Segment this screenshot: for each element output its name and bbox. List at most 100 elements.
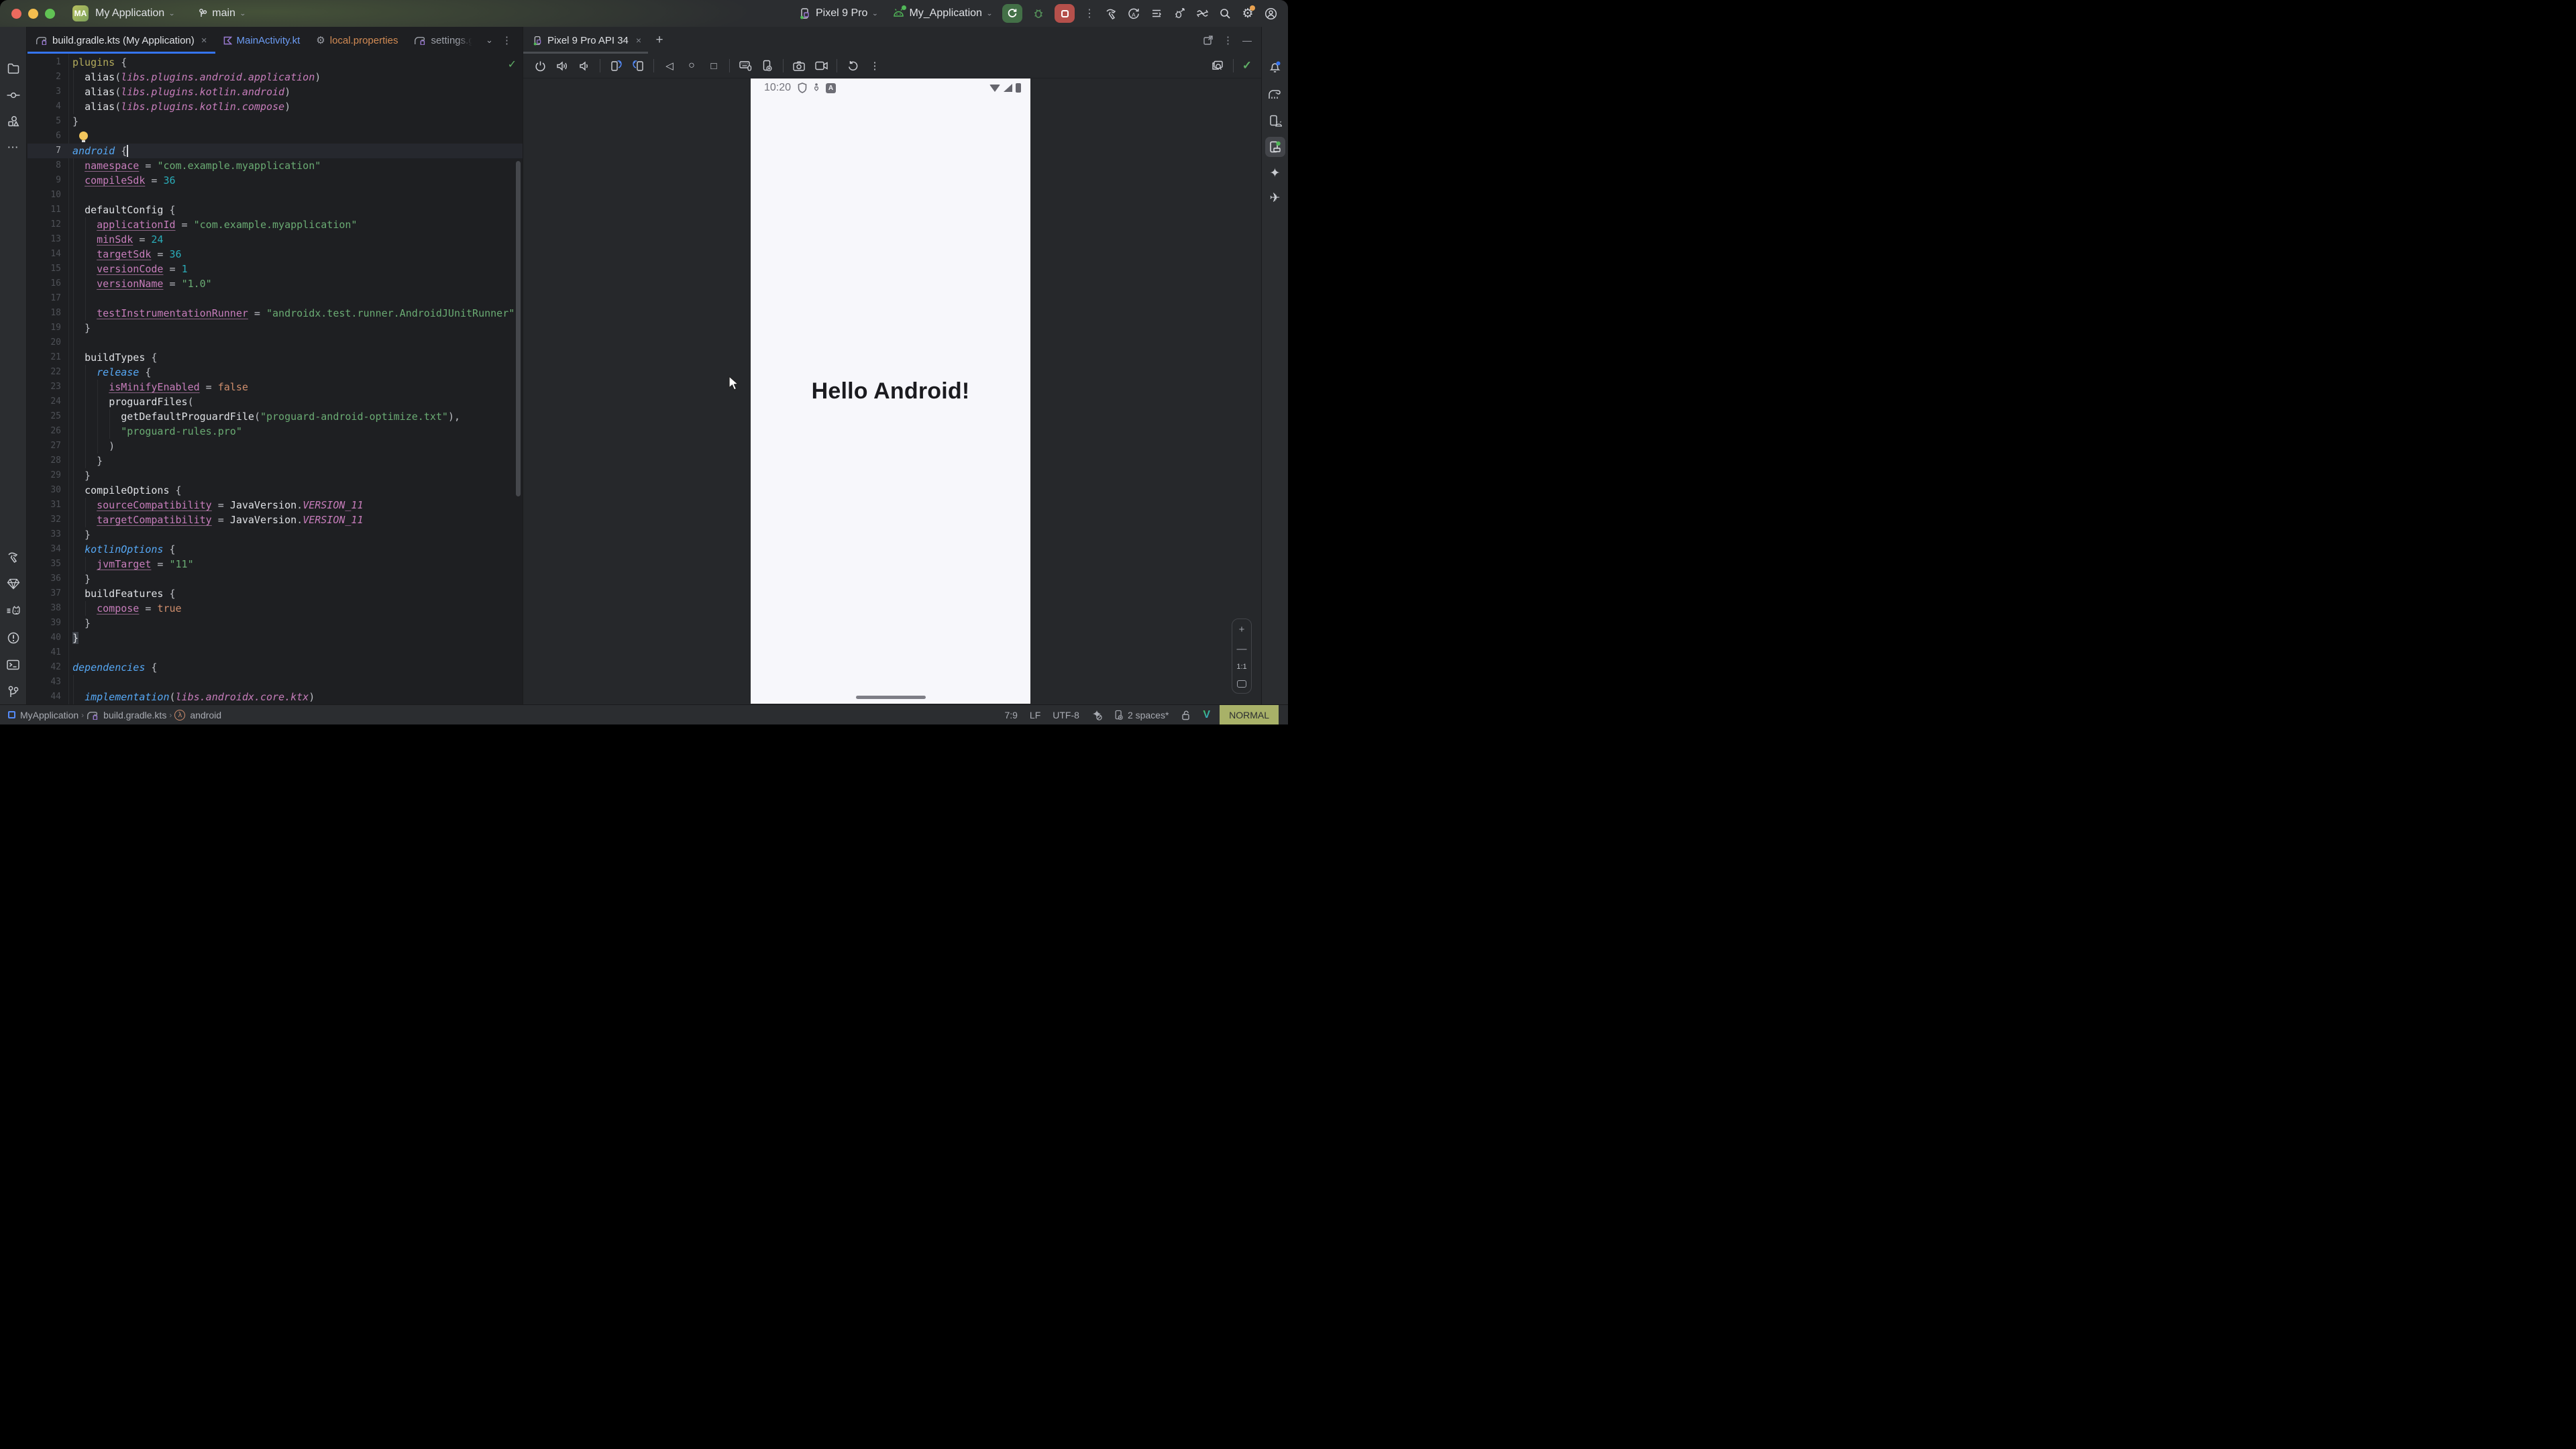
zoom-reset-button[interactable]: 1:1 bbox=[1236, 663, 1246, 671]
code-line-35[interactable]: 35 jvmTarget = "11" bbox=[28, 557, 523, 572]
stop-button[interactable] bbox=[1055, 4, 1075, 23]
ideavim-icon[interactable]: V bbox=[1203, 709, 1210, 721]
power-button[interactable] bbox=[533, 59, 547, 72]
settings-button[interactable]: ⚙ bbox=[1241, 7, 1254, 20]
build-button[interactable] bbox=[1104, 7, 1118, 20]
hide-panel-icon[interactable]: — bbox=[1242, 35, 1252, 46]
profiler-button[interactable] bbox=[1173, 7, 1186, 20]
ui-check-button[interactable] bbox=[1211, 59, 1224, 72]
tab-mainactivity-kt[interactable]: MainActivity.kt bbox=[215, 27, 309, 54]
code-line-43[interactable]: 43 bbox=[28, 675, 523, 690]
code-line-39[interactable]: 39 } bbox=[28, 616, 523, 631]
device-tab-pixel-9-pro[interactable]: Pixel 9 Pro API 34 × bbox=[523, 27, 648, 54]
close-icon[interactable]: × bbox=[636, 35, 641, 46]
code-line-31[interactable]: 31 sourceCompatibility = JavaVersion.VER… bbox=[28, 498, 523, 513]
back-button[interactable]: ◁ bbox=[663, 59, 676, 72]
terminal-tool-button[interactable] bbox=[3, 655, 23, 675]
restart-button[interactable] bbox=[846, 59, 859, 72]
rotate-left-button[interactable] bbox=[609, 59, 623, 72]
run-configuration-selector[interactable]: My_Application ⌄ bbox=[892, 7, 993, 20]
app-quality-insights-tool-button[interactable] bbox=[3, 574, 23, 594]
code-line-2[interactable]: 2 alias(libs.plugins.android.application… bbox=[28, 70, 523, 85]
code-line-41[interactable]: 41 bbox=[28, 645, 523, 660]
screenshot-button[interactable] bbox=[792, 59, 806, 72]
hardware-input-button[interactable] bbox=[739, 59, 752, 72]
code-line-22[interactable]: 22 release { bbox=[28, 365, 523, 380]
code-line-20[interactable]: 20 bbox=[28, 335, 523, 350]
volume-down-button[interactable] bbox=[578, 59, 591, 72]
code-line-5[interactable]: 5} bbox=[28, 114, 523, 129]
logcat-tool-button[interactable] bbox=[3, 601, 23, 621]
zoom-in-button[interactable]: + bbox=[1239, 625, 1245, 635]
code-line-19[interactable]: 19 } bbox=[28, 321, 523, 335]
gesture-navigation-bar[interactable] bbox=[856, 696, 926, 699]
resource-manager-tool-button[interactable] bbox=[3, 111, 23, 131]
code-line-17[interactable]: 17 bbox=[28, 291, 523, 306]
gradle-tool-button[interactable] bbox=[1265, 84, 1285, 104]
vim-mode-badge[interactable]: NORMAL bbox=[1220, 705, 1279, 724]
code-line-24[interactable]: 24 proguardFiles( bbox=[28, 394, 523, 409]
device-streaming-button[interactable] bbox=[1195, 7, 1209, 20]
code-line-1[interactable]: 1plugins { bbox=[28, 55, 523, 70]
screen-record-button[interactable] bbox=[814, 59, 828, 72]
file-lock-widget[interactable] bbox=[1181, 710, 1191, 720]
account-button[interactable] bbox=[1264, 7, 1277, 20]
code-line-3[interactable]: 3 alias(libs.plugins.kotlin.android) bbox=[28, 85, 523, 99]
version-control-tool-button[interactable] bbox=[3, 682, 23, 702]
code-line-33[interactable]: 33 } bbox=[28, 527, 523, 542]
ai-autocomplete-off-widget[interactable] bbox=[1091, 710, 1102, 720]
line-ending-widget[interactable]: LF bbox=[1030, 710, 1040, 720]
volume-up-button[interactable] bbox=[555, 59, 569, 72]
breadcrumb-file[interactable]: build.gradle.kts bbox=[87, 710, 166, 720]
caret-position-widget[interactable]: 7:9 bbox=[1004, 710, 1017, 720]
rotate-right-button[interactable] bbox=[631, 59, 645, 72]
panel-options-kebab[interactable]: ⋮ bbox=[1223, 34, 1233, 46]
code-line-8[interactable]: 8 namespace = "com.example.myapplication… bbox=[28, 158, 523, 173]
macos-close-button[interactable] bbox=[11, 9, 21, 19]
code-line-28[interactable]: 28 } bbox=[28, 453, 523, 468]
notifications-tool-button[interactable] bbox=[1265, 57, 1285, 77]
search-everywhere-button[interactable] bbox=[1218, 7, 1232, 20]
build-tool-button[interactable] bbox=[3, 547, 23, 567]
encoding-widget[interactable]: UTF-8 bbox=[1053, 710, 1079, 720]
code-editor[interactable]: 1plugins {2 alias(libs.plugins.android.a… bbox=[28, 54, 523, 704]
close-icon[interactable]: × bbox=[201, 35, 207, 46]
device-settings-button[interactable] bbox=[761, 59, 774, 72]
code-line-27[interactable]: 27 ) bbox=[28, 439, 523, 453]
tab-options-kebab[interactable]: ⋮ bbox=[498, 27, 515, 54]
code-line-12[interactable]: 12 applicationId = "com.example.myapplic… bbox=[28, 217, 523, 232]
commit-tool-button[interactable] bbox=[3, 85, 23, 105]
code-line-16[interactable]: 16 versionName = "1.0" bbox=[28, 276, 523, 291]
code-line-21[interactable]: 21 buildTypes { bbox=[28, 350, 523, 365]
code-line-36[interactable]: 36 } bbox=[28, 572, 523, 586]
device-selector[interactable]: Pixel 9 Pro ⌄ bbox=[798, 7, 878, 20]
breadcrumb-element[interactable]: λ android bbox=[174, 710, 221, 720]
problems-tool-button[interactable] bbox=[3, 628, 23, 648]
gemini-tool-button[interactable]: ✦ bbox=[1265, 163, 1285, 183]
code-line-34[interactable]: 34 kotlinOptions { bbox=[28, 542, 523, 557]
code-line-37[interactable]: 37 buildFeatures { bbox=[28, 586, 523, 601]
code-line-44[interactable]: 44 implementation(libs.androidx.core.ktx… bbox=[28, 690, 523, 704]
no-problems-icon[interactable]: ✓ bbox=[1242, 59, 1252, 72]
code-line-40[interactable]: 40} bbox=[28, 631, 523, 645]
code-line-26[interactable]: 26 "proguard-rules.pro" bbox=[28, 424, 523, 439]
device-screen[interactable]: 10:20 A Hello Android! bbox=[751, 78, 1030, 704]
sync-gradle-button[interactable]: A bbox=[1127, 7, 1140, 20]
code-line-38[interactable]: 38 compose = true bbox=[28, 601, 523, 616]
code-line-10[interactable]: 10 bbox=[28, 188, 523, 203]
code-line-15[interactable]: 15 versionCode = 1 bbox=[28, 262, 523, 276]
home-button[interactable]: ○ bbox=[685, 59, 698, 72]
travel-mode-tool-button[interactable]: ✈ bbox=[1265, 188, 1285, 208]
running-devices-tool-button[interactable] bbox=[1265, 137, 1285, 157]
more-tool-windows-button[interactable]: ⋯ bbox=[3, 138, 23, 158]
macos-minimize-button[interactable] bbox=[28, 9, 38, 19]
debug-button[interactable] bbox=[1032, 7, 1045, 20]
code-line-42[interactable]: 42dependencies { bbox=[28, 660, 523, 675]
tab-build-gradle-kts[interactable]: build.gradle.kts (My Application) × bbox=[28, 27, 215, 54]
inspections-ok-icon[interactable]: ✓ bbox=[508, 58, 517, 71]
code-line-25[interactable]: 25 getDefaultProguardFile("proguard-andr… bbox=[28, 409, 523, 424]
code-line-29[interactable]: 29 } bbox=[28, 468, 523, 483]
rerun-button[interactable] bbox=[1002, 4, 1022, 23]
intention-bulb-icon[interactable] bbox=[79, 131, 88, 140]
code-line-7[interactable]: 7android { bbox=[28, 144, 523, 158]
